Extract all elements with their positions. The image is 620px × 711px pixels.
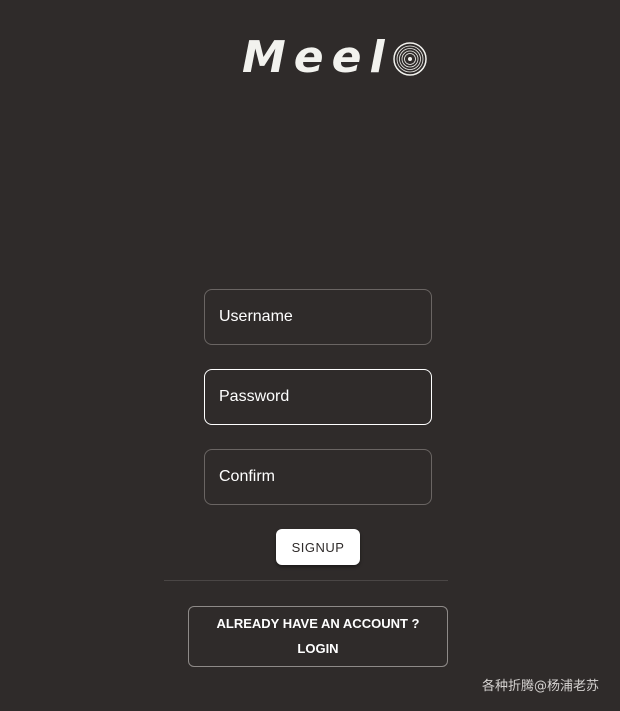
confirm-password-input[interactable] [219,468,419,486]
username-field[interactable] [204,289,432,345]
logo-text: Meel [242,32,393,83]
app-logo: Meel [242,34,427,82]
password-input[interactable] [219,388,419,406]
password-field[interactable] [204,369,432,425]
signup-button[interactable]: SIGNUP [276,529,360,565]
confirm-field[interactable] [204,449,432,505]
login-prompt-text: ALREADY HAVE AN ACCOUNT ? [216,616,420,631]
vinyl-record-icon [392,42,427,76]
watermark-text: 各种折腾@杨浦老苏 [481,679,599,694]
divider [164,580,448,581]
username-input[interactable] [219,308,419,326]
login-label: LOGIN [297,641,339,656]
login-button[interactable]: ALREADY HAVE AN ACCOUNT ? LOGIN [188,606,448,667]
